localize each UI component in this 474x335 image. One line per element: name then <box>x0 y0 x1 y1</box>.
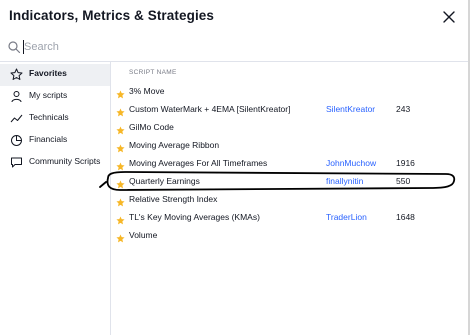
star-filled-icon[interactable] <box>116 140 125 153</box>
dialog-title: Indicators, Metrics & Strategies <box>9 8 215 23</box>
star-filled-icon[interactable] <box>116 176 125 189</box>
star-filled-icon[interactable] <box>116 104 125 117</box>
search-bar <box>0 36 468 60</box>
list-item[interactable]: Custom WaterMark + 4EMA [SilentKreator] … <box>111 100 468 118</box>
list-item[interactable]: Quarterly Earnings finallynitin 550 <box>111 172 468 190</box>
script-author[interactable]: finallynitin <box>326 176 363 186</box>
star-filled-icon[interactable] <box>116 86 125 99</box>
script-name: Quarterly Earnings <box>129 176 200 186</box>
list-item[interactable]: 3% Move <box>111 82 468 100</box>
sidebar: Favorites My scripts Technicals Financia… <box>0 62 110 335</box>
script-author[interactable]: JohnMuchow <box>326 158 376 168</box>
list-item[interactable]: Volume <box>111 226 468 244</box>
sidebar-item-label: Community Scripts <box>29 156 101 166</box>
script-name: Volume <box>129 230 158 240</box>
text-caret <box>23 40 24 54</box>
star-filled-icon[interactable] <box>116 122 125 135</box>
pie-chart-icon <box>10 134 23 147</box>
user-icon <box>10 90 23 103</box>
community-icon <box>10 156 23 169</box>
script-name: Moving Average Ribbon <box>129 140 220 150</box>
list-item[interactable]: Relative Strength Index <box>111 190 468 208</box>
star-filled-icon[interactable] <box>116 158 125 171</box>
chart-line-icon <box>10 112 23 125</box>
script-name: TL's Key Moving Averages (KMAs) <box>129 212 260 222</box>
sidebar-item-community-scripts[interactable]: Community Scripts <box>0 152 110 174</box>
search-icon <box>7 40 21 54</box>
column-header-script-name: SCRIPT NAME <box>129 69 177 76</box>
script-count: 1648 <box>396 212 415 222</box>
list-item[interactable]: TL's Key Moving Averages (KMAs) TraderLi… <box>111 208 468 226</box>
sidebar-item-financials[interactable]: Financials <box>0 130 110 152</box>
sidebar-item-my-scripts[interactable]: My scripts <box>0 86 110 108</box>
sidebar-item-label: Favorites <box>29 68 67 78</box>
search-input[interactable] <box>22 38 444 56</box>
star-filled-icon[interactable] <box>116 194 125 207</box>
list-item[interactable]: Moving Average Ribbon <box>111 136 468 154</box>
script-count: 1916 <box>396 158 415 168</box>
dialog-edge <box>468 0 470 335</box>
close-icon[interactable] <box>440 8 458 26</box>
star-outline-icon <box>10 68 23 81</box>
indicators-dialog: Indicators, Metrics & Strategies Favorit… <box>0 0 468 335</box>
sidebar-item-technicals[interactable]: Technicals <box>0 108 110 130</box>
list-item[interactable]: GilMo Code <box>111 118 468 136</box>
script-author[interactable]: SilentKreator <box>326 104 375 114</box>
star-filled-icon[interactable] <box>116 230 125 243</box>
star-filled-icon[interactable] <box>116 212 125 225</box>
script-name: 3% Move <box>129 86 165 96</box>
sidebar-item-label: Financials <box>29 134 68 144</box>
script-name: GilMo Code <box>129 122 174 132</box>
script-count: 550 <box>396 176 411 186</box>
list-item[interactable]: Moving Averages For All Timeframes JohnM… <box>111 154 468 172</box>
script-name: Moving Averages For All Timeframes <box>129 158 268 168</box>
script-count: 243 <box>396 104 411 114</box>
sidebar-item-label: Technicals <box>29 112 69 122</box>
script-name: Custom WaterMark + 4EMA [SilentKreator] <box>129 104 291 114</box>
script-name: Relative Strength Index <box>129 194 218 204</box>
sidebar-item-label: My scripts <box>29 90 68 100</box>
sidebar-item-favorites[interactable]: Favorites <box>0 64 110 86</box>
script-author[interactable]: TraderLion <box>326 212 367 222</box>
